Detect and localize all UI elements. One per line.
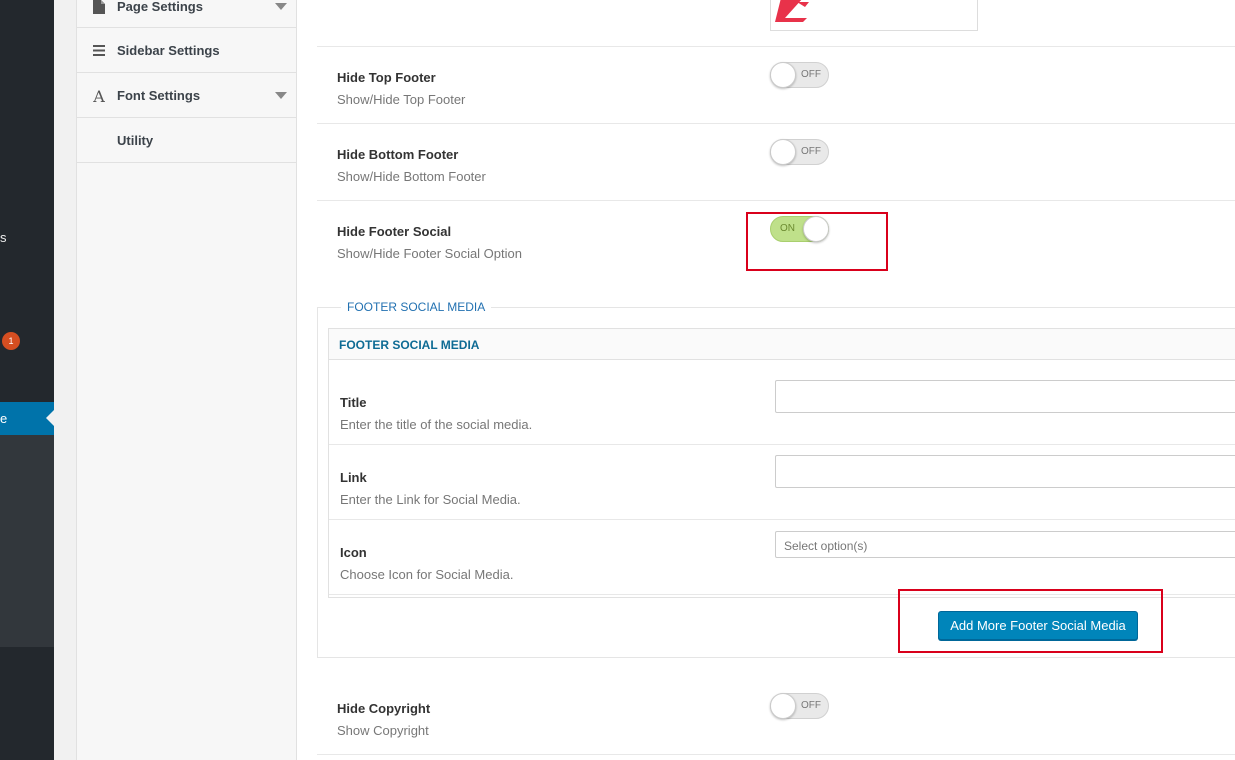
toggle-knob — [770, 62, 796, 88]
field-description: Enter the title of the social media. — [340, 417, 533, 432]
field-description: Enter the Link for Social Media. — [340, 492, 521, 507]
font-icon: A — [93, 87, 105, 106]
field-title: Link — [340, 470, 367, 485]
select-placeholder: Select option(s) — [784, 539, 868, 553]
hide-top-footer-toggle[interactable]: OFF — [770, 62, 829, 88]
social-icon-select[interactable]: Select option(s) — [775, 531, 1235, 558]
row-divider — [317, 123, 1235, 124]
social-link-input[interactable] — [775, 455, 1235, 488]
field-description: Show/Hide Bottom Footer — [337, 169, 486, 184]
wp-menu-item-fragment[interactable]: s — [0, 231, 7, 245]
menu-item-sidebar-settings[interactable]: Sidebar Settings — [77, 28, 296, 73]
fieldset-legend: FOOTER SOCIAL MEDIA — [341, 300, 492, 314]
field-description: Show/Hide Top Footer — [337, 92, 466, 107]
social-title-input[interactable] — [775, 380, 1235, 413]
field-title: Hide Bottom Footer — [337, 147, 459, 162]
active-menu-arrow-icon — [46, 410, 54, 426]
admin-gutter — [54, 0, 76, 760]
wp-admin-submenu — [0, 435, 54, 647]
menu-item-utility[interactable]: Utility — [77, 118, 296, 163]
toggle-state-label: OFF — [801, 700, 821, 711]
toggle-knob — [770, 139, 796, 165]
hide-bottom-footer-toggle[interactable]: OFF — [770, 139, 829, 165]
field-title: Hide Top Footer — [337, 70, 436, 85]
social-media-item-panel: FOOTER SOCIAL MEDIA Title Enter the titl… — [328, 328, 1235, 598]
page-icon — [91, 0, 107, 16]
menu-lines-icon — [91, 43, 107, 59]
field-title: Hide Copyright — [337, 701, 431, 716]
row-divider — [317, 200, 1235, 201]
wp-admin-sidebar-bottom — [0, 647, 54, 760]
settings-panel: Hide Top Footer Show/Hide Top Footer OFF… — [297, 0, 1235, 760]
field-description: Choose Icon for Social Media. — [340, 567, 514, 582]
menu-item-page-settings[interactable]: Page Settings — [77, 0, 296, 28]
panel-header[interactable]: FOOTER SOCIAL MEDIA — [329, 329, 1235, 360]
chevron-down-icon[interactable] — [275, 3, 287, 10]
chevron-down-icon[interactable] — [275, 92, 287, 99]
annotation-highlight-box — [746, 212, 888, 271]
hide-copyright-toggle[interactable]: OFF — [770, 693, 829, 719]
toggle-state-label: OFF — [801, 69, 821, 80]
field-title: Title — [340, 395, 367, 410]
wp-menu-item-active-label[interactable]: e — [0, 411, 7, 426]
field-description: Show Copyright — [337, 723, 429, 738]
menu-item-label: Font Settings — [117, 88, 201, 103]
theme-options-menu: Page Settings Sidebar Settings A Font Se… — [76, 0, 297, 760]
field-title: Hide Footer Social — [337, 224, 452, 239]
update-count-badge: 1 — [2, 332, 20, 350]
row-divider — [317, 754, 1235, 755]
menu-item-font-settings[interactable]: A Font Settings — [77, 73, 296, 118]
toggle-state-label: OFF — [801, 146, 821, 157]
logo-image — [775, 0, 809, 22]
toggle-knob — [770, 693, 796, 719]
panel-title: FOOTER SOCIAL MEDIA — [339, 338, 480, 352]
row-divider — [329, 519, 1235, 520]
annotation-highlight-box — [898, 589, 1163, 653]
menu-item-label: Utility — [117, 133, 154, 148]
menu-item-label: Page Settings — [117, 0, 203, 14]
logo-preview[interactable] — [770, 0, 978, 31]
row-divider — [317, 46, 1235, 47]
field-description: Show/Hide Footer Social Option — [337, 246, 522, 261]
row-divider — [329, 444, 1235, 445]
field-title: Icon — [340, 545, 367, 560]
menu-item-label: Sidebar Settings — [117, 43, 220, 58]
